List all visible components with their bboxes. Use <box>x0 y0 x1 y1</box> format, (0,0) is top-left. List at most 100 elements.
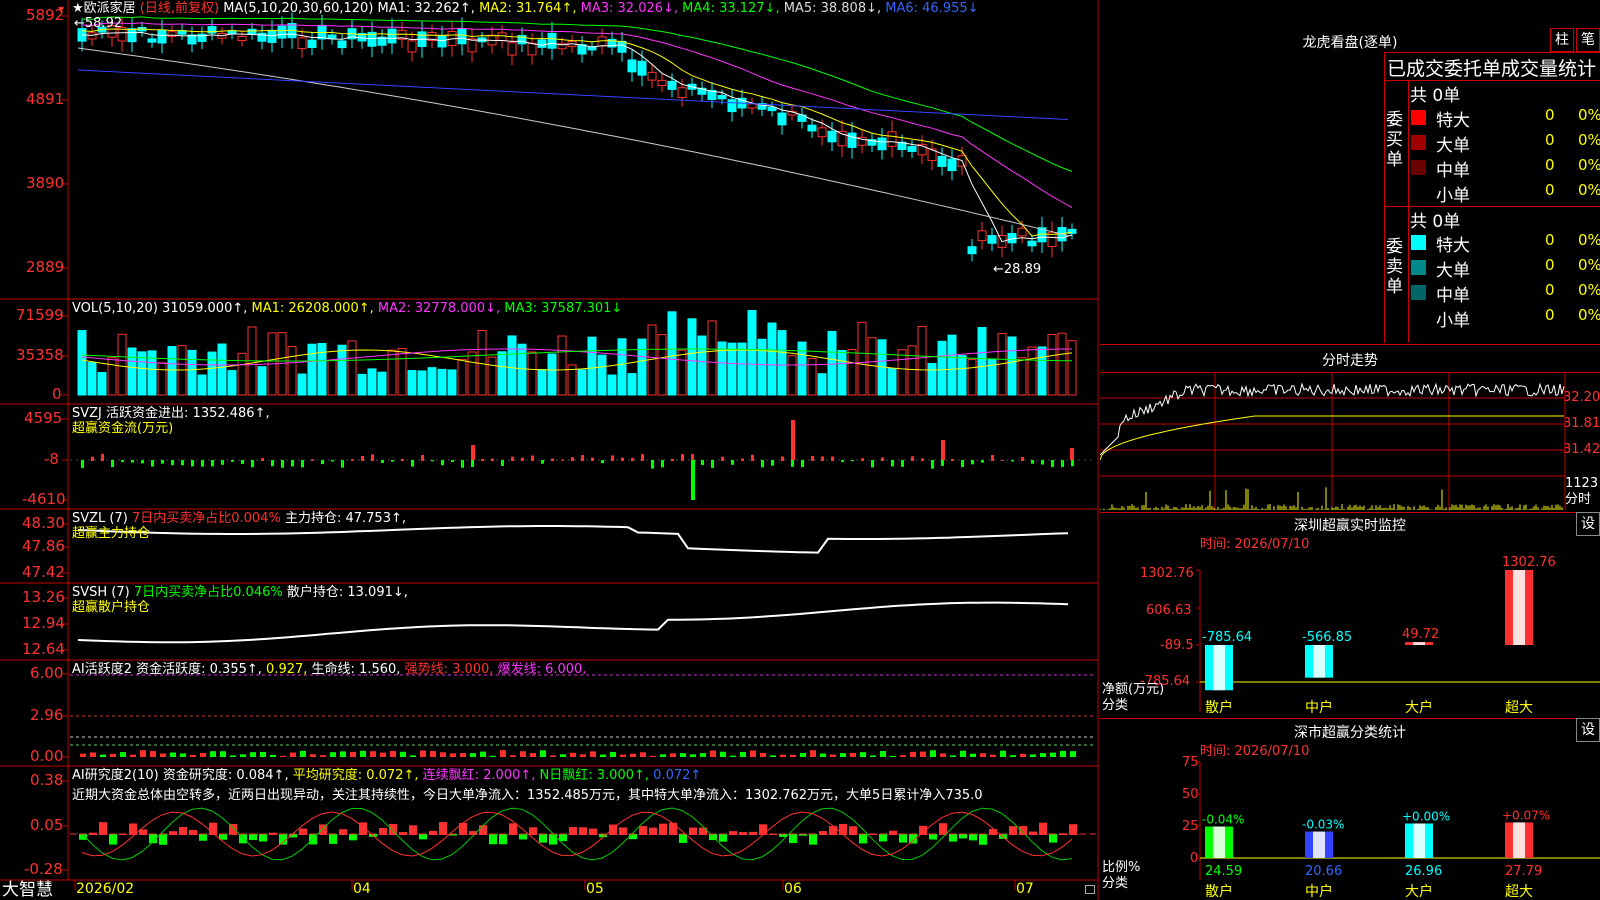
svsh-subtitle: 超赢散户持仓 <box>72 600 151 615</box>
ai-active-name: AI活跃度2 <box>72 662 132 677</box>
kline-mode: (日线,前复权) <box>139 1 220 16</box>
price-tick-3: 3890 <box>26 174 65 192</box>
classify-cat-1: 中户 <box>1305 883 1333 900</box>
ai-research-t1: 资金研究度: 0.084↑, <box>162 768 289 783</box>
ma6-value: MA6: 46.955↓ <box>885 1 979 16</box>
ai-research-t3: 连续飘红: 2.000↑, <box>422 768 536 783</box>
ai-research-t5: 0.072↑ <box>653 768 702 783</box>
vol-tick-1: 71599 <box>16 306 64 324</box>
menu-arrow-icon[interactable]: ▾ <box>58 2 64 16</box>
res-tick-3: -0.28 <box>24 860 63 878</box>
main-chart-area[interactable] <box>0 0 1100 900</box>
svzj-tick-2: -8 <box>44 450 59 468</box>
classify-change-2: +0.00% <box>1402 809 1450 823</box>
ai-tick-3: 0.00 <box>30 747 64 765</box>
classify-cat-2: 大户 <box>1405 883 1433 900</box>
svzl-tick-1: 48.30 <box>22 514 65 532</box>
kline-header: ★欧派家居 (日线,前复权) MA(5,10,20,30,60,120) MA1… <box>72 1 979 16</box>
ai-tick-1: 6.00 <box>30 664 64 682</box>
x-label-4: 07 <box>1016 881 1034 897</box>
classify-value-3: 27.79 <box>1505 864 1542 879</box>
svzj-tick-1: 4595 <box>24 409 63 427</box>
svzl-subtitle: 超赢主力持仓 <box>72 526 151 541</box>
monitor-cat-1: 中户 <box>1305 699 1333 716</box>
right-charts: -785.64 散户 -566.85 中户 49.72 大户 1302.76 超大 -0.04%… <box>1100 372 1600 900</box>
svsh-tick-2: 12.94 <box>22 614 65 632</box>
svzl-header: SVZL (7) 7日内买卖净占比0.004% 主力持仓: 47.753↑, <box>72 511 406 526</box>
classify-value-1: 20.66 <box>1305 864 1342 879</box>
ai-research-name: AI研究度2(10) <box>72 768 159 783</box>
svsh-tick-1: 13.26 <box>22 588 65 606</box>
ma1-value: MA1: 32.262↑, <box>377 1 475 16</box>
svzj-subtitle: 超赢资金流(万元) <box>72 421 174 436</box>
classify-cat-0: 散户 <box>1205 883 1233 900</box>
svzl-line <box>77 525 1069 554</box>
volume-bars <box>77 310 1077 396</box>
vol-ma1: MA1: 26208.000↑, <box>251 301 374 316</box>
vol-name: VOL(5,10,20) <box>72 301 158 316</box>
svzl-text1: 7日内买卖净占比0.004% <box>131 511 281 526</box>
vol-ma3: MA3: 37587.301↓ <box>504 301 623 316</box>
intraday-volume <box>1100 487 1563 510</box>
app-logo[interactable]: 大智慧 <box>2 880 53 900</box>
monitor-bar-label-0: -785.64 <box>1202 630 1252 645</box>
classify-change-1: -0.03% <box>1302 818 1344 832</box>
ma-params: MA(5,10,20,30,60,120) <box>223 1 374 16</box>
monitor-cat-3: 超大 <box>1505 700 1533 716</box>
svsh-text2: 散户持仓: 13.091↓, <box>286 585 408 600</box>
x-label-1: 04 <box>353 881 371 897</box>
svzl-text2: 主力持仓: 47.753↑, <box>284 511 406 526</box>
ai-research-t4: N日飘红: 3.000↑, <box>539 768 650 783</box>
vol-tick-2: 35358 <box>16 346 64 364</box>
x-label-0: 2026/02 <box>76 881 135 897</box>
svzj-header: SVZJ 活跃资金进出: 1352.486↑, <box>72 406 270 421</box>
classify-change-0: -0.04% <box>1202 813 1244 827</box>
ma3-value: MA3: 32.026↓, <box>580 1 679 16</box>
x-label-2: 05 <box>586 881 604 897</box>
svzl-tick-3: 47.42 <box>22 563 65 581</box>
ma5-value: MA5: 38.808↓, <box>783 1 882 16</box>
candlesticks <box>77 12 1077 262</box>
vol-value: 31059.000↑, <box>162 301 248 316</box>
svzj-name: SVZJ <box>72 406 102 421</box>
ai-active-t1: 资金活跃度: 0.355↑, <box>136 662 262 677</box>
ma4-value: MA4: 33.127↓, <box>682 1 780 16</box>
ai-active-header: AI活跃度2 资金活跃度: 0.355↑, 0.927, 生命线: 1.560,… <box>72 662 586 677</box>
ai-active-t4: 强势线: 3.000, <box>404 662 494 677</box>
ai-research-t2: 平均研究度: 0.072↑, <box>292 768 419 783</box>
ai-active-t3: 生命线: 1.560, <box>311 662 401 677</box>
ai-research-header: AI研究度2(10) 资金研究度: 0.084↑, 平均研究度: 0.072↑,… <box>72 768 701 783</box>
ai-tick-2: 2.96 <box>30 706 64 724</box>
svzj-bars <box>81 420 1074 500</box>
svsh-name: SVSH (7) <box>72 585 130 600</box>
classify-value-0: 24.59 <box>1205 864 1242 879</box>
svsh-line <box>77 601 1069 644</box>
ai-research-bars <box>79 822 1077 845</box>
classify-value-2: 26.96 <box>1405 864 1442 879</box>
low-price-label: ←28.89 <box>993 262 1042 277</box>
res-tick-1: 0.38 <box>30 771 64 789</box>
vol-header: VOL(5,10,20) 31059.000↑, MA1: 26208.000↑… <box>72 301 622 316</box>
classify-change-3: +0.07% <box>1502 808 1550 822</box>
res-tick-2: 0.05 <box>30 816 64 834</box>
ai-active-t5: 爆发线: 6.000, <box>497 662 587 677</box>
monitor-bar-label-3: 1302.76 <box>1502 555 1556 570</box>
ma2-value: MA2: 31.764↑, <box>479 1 577 16</box>
stock-name: ★欧派家居 <box>72 1 136 16</box>
peak-price-label: ←58.92 <box>74 16 123 31</box>
monitor-bar-label-1: -566.85 <box>1302 630 1352 645</box>
ai-active-bars <box>80 750 1076 757</box>
classify-cat-3: 超大 <box>1505 884 1533 900</box>
svzl-name: SVZL (7) <box>72 511 128 526</box>
svsh-tick-3: 12.64 <box>22 640 65 658</box>
lock-icon[interactable] <box>1085 885 1095 894</box>
monitor-bar-label-2: 49.72 <box>1402 627 1439 642</box>
svzj-tick-3: -4610 <box>22 490 66 508</box>
monitor-cat-0: 散户 <box>1205 699 1233 716</box>
vol-ma2: MA2: 32778.000↓, <box>377 301 501 316</box>
vol-tick-3: 0 <box>52 385 62 403</box>
price-tick-4: 2889 <box>26 258 65 276</box>
svzl-tick-2: 47.86 <box>22 537 65 555</box>
monitor-cat-2: 大户 <box>1405 699 1433 716</box>
svsh-header: SVSH (7) 7日内买卖净占比0.046% 散户持仓: 13.091↓, <box>72 585 408 600</box>
